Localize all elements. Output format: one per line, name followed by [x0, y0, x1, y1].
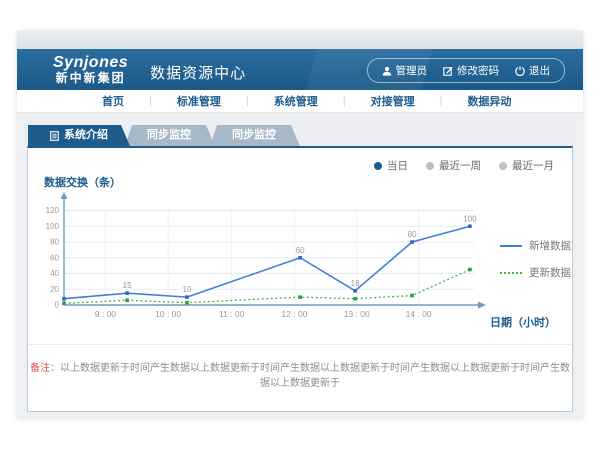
logout-button[interactable]: 退出 — [515, 63, 550, 78]
y-tick-label: 100 — [46, 222, 60, 231]
line-chart: 0 20 40 60 80 100 120 9 : 00 10 : 00 11 : 00 12 : … — [42, 190, 494, 330]
nav-item-0[interactable]: 首页 — [77, 93, 149, 109]
tab-inner: 同步监控 — [147, 125, 191, 146]
power-icon — [515, 66, 525, 76]
document-icon — [50, 131, 59, 141]
brand-logo: Synjones 新中新集团 — [53, 55, 128, 84]
chart-row: 0 20 40 60 80 100 120 9 : 00 10 : 00 11 : 00 12 : … — [42, 190, 571, 330]
data-point-label: 60 — [296, 246, 305, 255]
tab-inner: 同步监控 — [232, 125, 276, 146]
data-point-marker — [298, 295, 302, 299]
tab-label: 系统介绍 — [64, 125, 108, 146]
data-point-marker — [125, 298, 129, 302]
x-axis-title: 日期（小时） — [490, 314, 556, 330]
panel-card: 当日 最近一周 最近一月 数据交换（条） 0 20 40 60 80 100 120 9 : 00… — [27, 146, 573, 412]
period-option-label: 当日 — [387, 158, 408, 173]
tab-1[interactable]: 同步监控 — [123, 125, 215, 146]
tab-label: 同步监控 — [147, 125, 191, 146]
data-point-marker — [410, 240, 414, 244]
y-tick-label: 40 — [50, 269, 59, 278]
note-text: ：以上数据更新于时间产生数据以上数据更新于时间产生数据以上数据更新于时间产生数据… — [50, 363, 570, 389]
x-tick-label: 10 : 00 — [155, 309, 181, 319]
period-option-label: 最近一周 — [439, 158, 481, 173]
radio-unselected-icon — [499, 162, 507, 170]
period-option-1[interactable]: 最近一周 — [426, 158, 481, 173]
y-tick-label: 120 — [46, 206, 60, 215]
tab-label: 同步监控 — [232, 125, 276, 146]
footer-note: 备注：以上数据更新于时间产生数据以上数据更新于时间产生数据以上数据更新于时间产生… — [28, 359, 572, 389]
app-header: Synjones 新中新集团 数据资源中心 管理员 修改 — [17, 49, 583, 90]
legend-item-0[interactable]: 新增数据 — [500, 238, 571, 253]
tab-bar: 系统介绍 同步监控 同步监控 — [28, 125, 573, 146]
data-point-marker — [62, 302, 66, 306]
x-tick-label: 12 : 00 — [281, 309, 307, 319]
tab-0[interactable]: 系统介绍 — [28, 125, 130, 146]
legend-label: 更新数据 — [529, 265, 571, 280]
user-controls: 管理员 修改密码 退出 — [367, 58, 566, 83]
period-option-0[interactable]: 当日 — [374, 158, 408, 173]
x-tick-label: 13 : 00 — [344, 309, 370, 319]
radio-unselected-icon — [426, 162, 434, 170]
app-window: Synjones 新中新集团 数据资源中心 管理员 修改 — [17, 31, 583, 419]
data-point-marker — [125, 291, 129, 295]
brand-logo-cn: 新中新集团 — [53, 72, 128, 85]
data-point-label: 80 — [408, 230, 417, 239]
x-tick-label: 11 : 00 — [219, 309, 245, 319]
window-top-shade — [17, 31, 583, 49]
data-point-label: 10 — [183, 285, 192, 294]
data-point-marker — [62, 297, 66, 301]
y-axis-title: 数据交换（条） — [44, 174, 121, 190]
page-title: 数据资源中心 — [150, 62, 246, 83]
change-password-button[interactable]: 修改密码 — [443, 63, 499, 78]
data-point-marker — [298, 256, 302, 260]
brand-logo-en: Synjones — [53, 55, 128, 72]
y-tick-label: 20 — [50, 285, 59, 294]
user-menu[interactable]: 管理员 — [382, 63, 428, 78]
tab-inner: 系统介绍 — [50, 125, 108, 146]
user-menu-label: 管理员 — [396, 63, 428, 78]
change-password-label: 修改密码 — [457, 63, 499, 78]
x-axis-arrow-icon — [478, 302, 486, 309]
period-option-2[interactable]: 最近一月 — [499, 158, 554, 173]
user-icon — [382, 66, 392, 76]
period-option-label: 最近一月 — [512, 158, 554, 173]
edit-icon — [443, 66, 453, 76]
nav-item-1[interactable]: 标准管理 — [152, 93, 246, 109]
nav-item-3[interactable]: 对接管理 — [346, 93, 440, 109]
note-prefix: 备注 — [30, 363, 50, 374]
note-divider — [28, 344, 572, 345]
nav-item-2[interactable]: 系统管理 — [249, 93, 343, 109]
data-point-marker — [185, 301, 189, 305]
x-tick-label: 14 : 00 — [406, 309, 432, 319]
y-tick-label: 80 — [50, 238, 59, 247]
data-point-marker — [353, 297, 357, 301]
legend-item-1[interactable]: 更新数据 — [500, 265, 571, 280]
legend-label: 新增数据 — [529, 238, 571, 253]
period-filter: 当日 最近一周 最近一月 — [374, 158, 554, 173]
radio-selected-icon — [374, 162, 382, 170]
data-point-label: 18 — [351, 279, 360, 288]
legend-line-sample — [500, 272, 522, 274]
y-axis-arrow-icon — [61, 192, 68, 199]
y-tick-label: 0 — [55, 301, 60, 310]
content-area: 系统介绍 同步监控 同步监控 当日 最近一周 最近一月 数据交换（条） 0 20 40 60 8… — [17, 113, 583, 412]
y-tick-label: 60 — [50, 253, 59, 262]
data-point-marker — [468, 268, 472, 272]
data-point-marker — [410, 294, 414, 298]
legend-line-sample — [500, 245, 522, 247]
x-tick-label: 9 : 00 — [95, 309, 117, 319]
data-point-marker — [468, 224, 472, 228]
data-point-marker — [185, 295, 189, 299]
logout-label: 退出 — [529, 63, 550, 78]
data-point-label: 15 — [123, 281, 132, 290]
tab-2[interactable]: 同步监控 — [208, 125, 300, 146]
data-point-label: 100 — [463, 214, 477, 223]
data-point-marker — [353, 289, 357, 293]
nav-item-4[interactable]: 数据异动 — [442, 93, 536, 109]
main-nav: 首页|标准管理|系统管理|对接管理|数据异动 — [17, 90, 583, 113]
page: Synjones 新中新集团 数据资源中心 管理员 修改 — [0, 0, 600, 450]
